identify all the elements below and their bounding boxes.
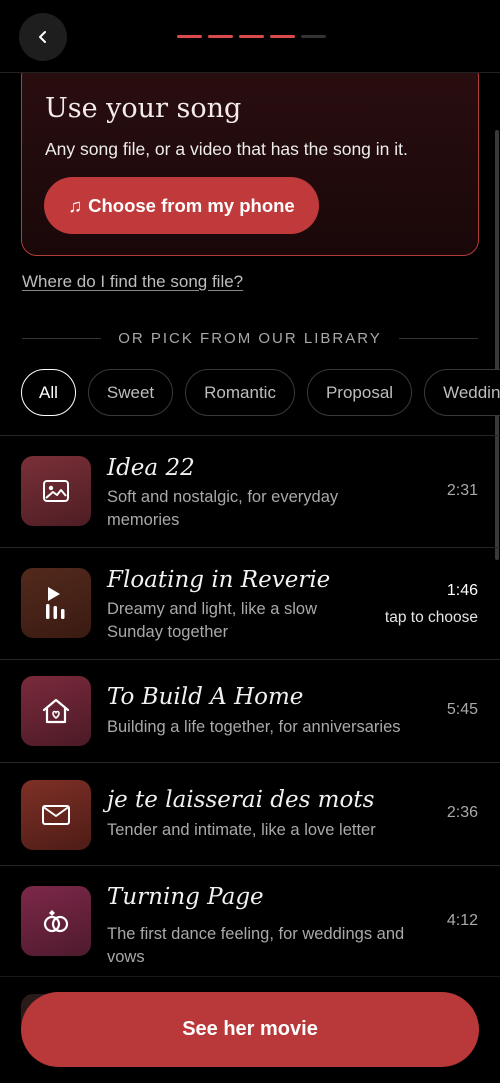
song-duration: 2:36 — [446, 804, 478, 821]
progress-step-2 — [208, 35, 233, 38]
upload-title: Use your song — [45, 93, 242, 124]
genre-filter-chips: All Sweet Romantic Proposal Wedding — [21, 369, 500, 416]
play-bars-icon — [46, 587, 65, 619]
divider-line-left — [22, 337, 102, 339]
song-thumbnail — [21, 780, 91, 850]
chip-sweet[interactable]: Sweet — [87, 369, 174, 416]
song-description: Soft and nostalgic, for everyday memorie… — [107, 488, 339, 529]
song-row[interactable]: je te laisserai des mots Tender and inti… — [0, 762, 500, 865]
progress-step-1 — [177, 35, 202, 38]
library-divider-text: OR PICK FROM OUR LIBRARY — [118, 329, 382, 347]
song-row[interactable]: Idea 22 Soft and nostalgic, for everyday… — [0, 435, 500, 547]
song-thumbnail — [21, 456, 91, 526]
song-description: Tender and intimate, like a love letter — [107, 821, 376, 839]
song-title: Idea 22 — [107, 455, 195, 481]
library-divider: OR PICK FROM OUR LIBRARY — [22, 327, 478, 349]
chevron-left-icon — [39, 31, 46, 43]
song-duration: 5:45 — [446, 701, 478, 718]
music-note-icon: ♫ — [68, 194, 83, 216]
upload-subtitle: Any song file, or a video that has the s… — [45, 139, 408, 159]
choose-from-phone-button[interactable]: ♫ Choose from my phone — [44, 177, 319, 234]
chip-proposal[interactable]: Proposal — [306, 369, 413, 416]
song-title: To Build A Home — [107, 684, 304, 710]
envelope-icon — [42, 805, 70, 825]
song-duration: 2:31 — [446, 482, 478, 499]
image-icon — [43, 480, 69, 502]
song-row-selected[interactable]: Floating in Reverie Dreamy and light, li… — [0, 547, 500, 659]
song-duration: 1:46 — [446, 582, 478, 599]
progress-step-4 — [270, 35, 295, 38]
see-her-movie-button[interactable]: See her movie — [21, 992, 479, 1067]
song-list: Idea 22 Soft and nostalgic, for everyday… — [0, 435, 500, 977]
step-progress — [177, 35, 326, 38]
progress-step-3 — [239, 35, 264, 38]
home-heart-icon — [42, 698, 70, 724]
find-song-file-link[interactable]: Where do I find the song file? — [22, 272, 243, 292]
chip-romantic[interactable]: Romantic — [185, 369, 295, 416]
song-description: Dreamy and light, like a slow Sunday tog… — [107, 600, 318, 641]
chip-all[interactable]: All — [21, 369, 76, 416]
tap-to-choose-hint: tap to choose — [384, 609, 478, 626]
song-duration: 4:12 — [446, 912, 478, 929]
song-description: Building a life together, for anniversar… — [107, 718, 401, 736]
chip-wedding[interactable]: Wedding — [424, 369, 500, 416]
divider-line-right — [398, 337, 478, 339]
song-title: Turning Page — [107, 884, 264, 910]
song-thumbnail — [21, 886, 91, 956]
song-row[interactable]: To Build A Home Building a life together… — [0, 659, 500, 762]
song-title: je te laisserai des mots — [107, 787, 375, 813]
song-thumbnail — [21, 568, 91, 638]
back-button[interactable] — [19, 13, 67, 61]
top-bar — [0, 0, 500, 73]
song-title: Floating in Reverie — [107, 567, 331, 593]
progress-step-5 — [301, 35, 326, 38]
rings-icon — [43, 910, 69, 933]
choose-button-label: Choose from my phone — [88, 194, 295, 216]
song-thumbnail — [21, 676, 91, 746]
upload-song-card: Use your song Any song file, or a video … — [21, 60, 479, 256]
song-picker-screen: Use your song Any song file, or a video … — [0, 0, 500, 1083]
